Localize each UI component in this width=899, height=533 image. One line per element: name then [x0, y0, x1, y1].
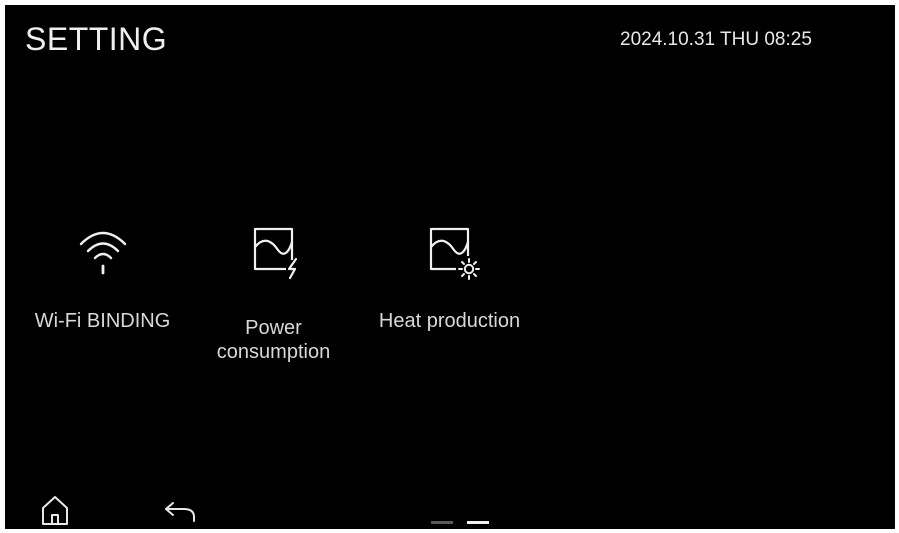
heat-production-icon	[429, 227, 480, 280]
power-consumption-icon	[253, 227, 297, 280]
power-consumption-label-line2: consumption	[216, 341, 331, 363]
power-consumption-tile[interactable]: Power consumption	[191, 210, 356, 370]
power-consumption-label-line1: Power	[245, 317, 302, 339]
page-indicator-dot-2-active[interactable]	[467, 521, 489, 524]
page-indicator	[431, 521, 491, 525]
datetime-display: 2024.10.31 THU 08:25	[620, 29, 812, 50]
power-consumption-label: Power consumption	[191, 316, 356, 364]
page-title: SETTING	[25, 21, 168, 57]
page-indicator-dot-1[interactable]	[431, 521, 453, 524]
back-arrow-icon[interactable]	[160, 495, 200, 525]
wifi-binding-label: Wi-Fi BINDING	[34, 310, 171, 332]
home-icon[interactable]	[38, 493, 72, 527]
heat-production-label: Heat production	[378, 310, 521, 332]
settings-screen: SETTING 2024.10.31 THU 08:25 Wi-Fi BINDI…	[5, 5, 895, 529]
heat-production-tile[interactable]: Heat production	[367, 210, 532, 370]
wifi-binding-tile[interactable]: Wi-Fi BINDING	[20, 210, 185, 370]
wifi-icon	[79, 231, 126, 275]
